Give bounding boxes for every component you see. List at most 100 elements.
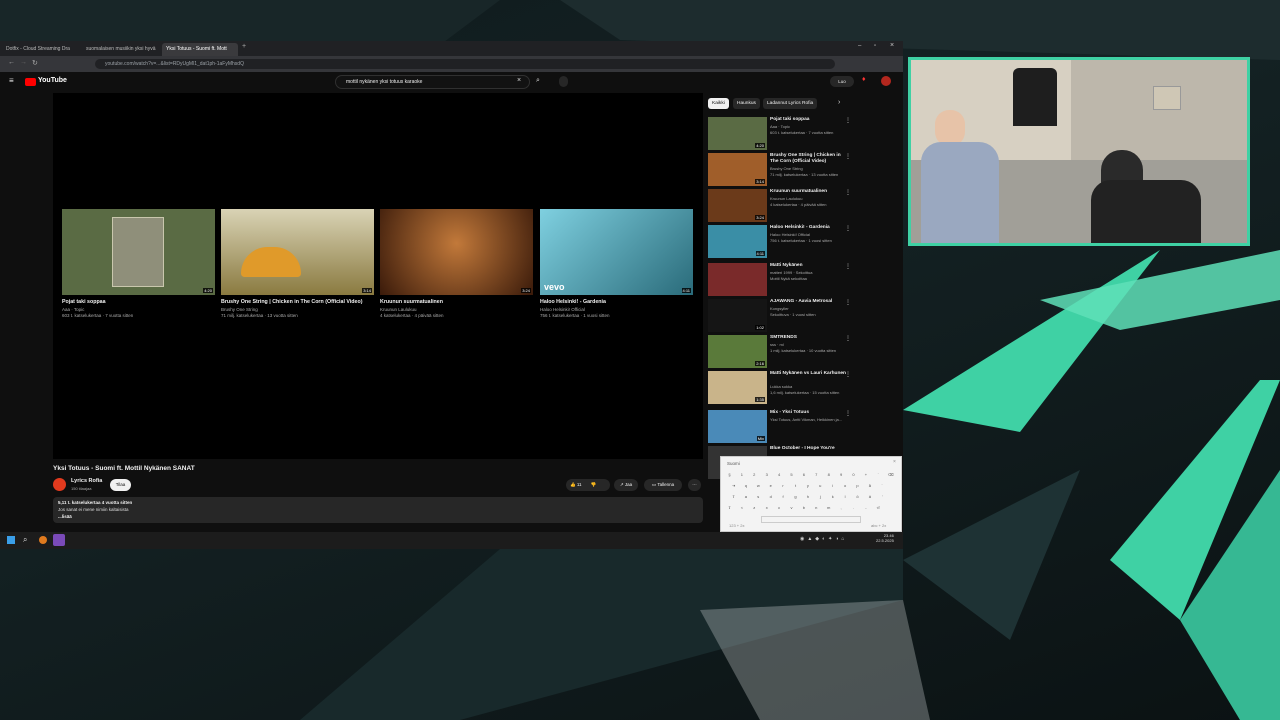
chip-related[interactable]: Haunkus <box>733 98 760 109</box>
keyboard-key[interactable]: . <box>849 504 858 512</box>
rec-title[interactable]: SMTRENDS <box>770 335 850 341</box>
like-icon[interactable]: 👍 <box>570 482 576 487</box>
keyboard-key[interactable]: ⏎ <box>874 504 883 512</box>
more-icon[interactable]: ⋮ <box>845 153 851 160</box>
rec-thumbnail[interactable]: Mix <box>708 410 767 443</box>
rec-title[interactable]: Mix - Yksi Totuus <box>770 410 850 416</box>
endscreen-thumbnail[interactable]: vevo 4:11 <box>540 209 693 295</box>
keyboard-key[interactable]: j <box>816 493 825 501</box>
chip-channel[interactable]: Ladannut Lyrics Rofia <box>763 98 818 109</box>
keyboard-key[interactable]: ⇧ <box>725 504 734 512</box>
keyboard-key[interactable]: e <box>766 482 775 490</box>
keyboard-key[interactable]: k <box>828 493 837 501</box>
keyboard-key[interactable]: ⌫ <box>886 471 895 479</box>
keyboard-key[interactable]: 2 <box>750 471 759 479</box>
rec-title[interactable]: Kruunun suurmatualinen <box>770 189 850 195</box>
keyboard-key[interactable]: 4 <box>775 471 784 479</box>
keyboard-key[interactable]: c <box>775 504 784 512</box>
keyboard-key[interactable]: 7 <box>812 471 821 479</box>
create-button[interactable]: Luo <box>830 76 854 87</box>
back-icon[interactable]: ← <box>8 59 15 66</box>
keyboard-key[interactable]: 5 <box>787 471 796 479</box>
keyboard-key[interactable]: 9 <box>837 471 846 479</box>
keyboard-key[interactable]: § <box>725 471 734 479</box>
rec-title[interactable]: Pojat taki soppaa <box>770 117 850 123</box>
browser-tab[interactable]: suomalaisen musiikin yksi hyvä <box>82 43 158 56</box>
forward-icon[interactable]: → <box>20 59 27 66</box>
keyboard-key[interactable]: v <box>787 504 796 512</box>
more-icon[interactable]: ⋮ <box>845 263 851 270</box>
keyboard-key[interactable]: y <box>803 482 812 490</box>
more-icon[interactable]: ⋮ <box>845 371 851 378</box>
more-actions-icon[interactable]: ⋯ <box>688 479 701 491</box>
keyboard-key[interactable]: - <box>861 504 870 512</box>
keyboard-key[interactable]: ö <box>853 493 862 501</box>
like-dislike-group[interactable]: 👍 11 👎 <box>566 479 610 491</box>
keyboard-key[interactable]: + <box>861 471 870 479</box>
keyboard-key[interactable]: u <box>816 482 825 490</box>
keyboard-key[interactable]: a <box>741 493 750 501</box>
more-icon[interactable]: ⋮ <box>845 410 851 417</box>
new-tab-icon[interactable]: + <box>242 43 246 50</box>
keyboard-key[interactable]: o <box>841 482 850 490</box>
more-icon[interactable]: ⋮ <box>845 225 851 232</box>
avatar[interactable] <box>881 76 891 86</box>
list-item[interactable]: 1:02 AJAWANG - Aavia Metrosal Kongsyller… <box>708 299 868 333</box>
subscribe-button[interactable]: Tilaa <box>110 479 131 491</box>
rec-thumbnail[interactable]: 4:11 <box>708 225 767 258</box>
share-button[interactable]: ↗ Jaa <box>614 479 638 491</box>
endscreen-title[interactable]: Brushy One String | Chicken in The Corn … <box>221 299 362 305</box>
rec-thumbnail[interactable]: 1:02 <box>708 299 767 332</box>
minimize-icon[interactable]: – <box>858 43 861 49</box>
rec-thumbnail[interactable] <box>708 263 767 296</box>
keyboard-close-icon[interactable]: × <box>893 459 896 465</box>
keyboard-key[interactable]: ä <box>865 493 874 501</box>
endscreen-title[interactable]: Pojat taki soppaa <box>62 299 106 305</box>
keyboard-key[interactable]: g <box>791 493 800 501</box>
rec-thumbnail[interactable]: 1:35 <box>708 371 767 404</box>
list-item[interactable]: 4:20 Pojat taki soppaa Aaa · Topic 603 t… <box>708 117 868 151</box>
chip-all[interactable]: Kaikki <box>708 98 729 109</box>
rec-title[interactable]: Blue October - I Hope You're <box>770 446 850 452</box>
keyboard-key[interactable]: n <box>812 504 821 512</box>
maximize-icon[interactable]: ▫ <box>874 43 876 49</box>
keyboard-key[interactable]: s <box>754 493 763 501</box>
description-more[interactable]: ...lisää <box>58 514 72 519</box>
keyboard-key[interactable]: m <box>824 504 833 512</box>
firefox-icon[interactable] <box>39 536 47 544</box>
more-icon[interactable]: ⋮ <box>845 299 851 306</box>
keyboard-footer-right[interactable]: abc + 2x <box>871 523 886 528</box>
chevron-right-icon[interactable]: › <box>838 99 840 106</box>
keyboard-key[interactable]: , <box>837 504 846 512</box>
rec-thumbnail[interactable]: 3:24 <box>708 189 767 222</box>
channel-name[interactable]: Lyrics Rofia <box>71 478 102 484</box>
endscreen-title[interactable]: Haloo Helsinki! - Gardenia <box>540 299 606 305</box>
endscreen-thumbnail[interactable]: 3:14 <box>221 209 374 295</box>
keyboard-key[interactable]: x <box>762 504 771 512</box>
save-button[interactable]: ▭ Tallenna <box>644 479 682 491</box>
keyboard-key[interactable]: ' <box>878 493 887 501</box>
browser-tab[interactable]: Dotfix - Cloud Streaming Dra <box>2 43 78 56</box>
keyboard-key[interactable]: ⇥ <box>729 482 738 490</box>
list-item[interactable]: 1:35 Matti Nykänen vs Lauri Karhunen Luk… <box>708 371 868 405</box>
keyboard-key[interactable]: ´ <box>874 471 883 479</box>
windows-start-icon[interactable] <box>7 536 15 544</box>
keyboard-key[interactable]: 0 <box>849 471 858 479</box>
list-item[interactable]: 4:11 Haloo Helsinki! - Gardenia Haloo He… <box>708 225 868 259</box>
url-field[interactable]: youtube.com/watch?v=...&list=RDyUgMl1_da… <box>95 59 835 69</box>
search-taskbar-icon[interactable]: ⌕ <box>23 535 27 545</box>
keyboard-key[interactable]: l <box>841 493 850 501</box>
keyboard-spacebar[interactable] <box>761 516 861 523</box>
youtube-logo-text[interactable]: YouTube <box>38 77 67 84</box>
tray-icons[interactable]: ◉▲◆◐✦◑⌂ <box>800 536 847 542</box>
keyboard-key[interactable]: 1 <box>737 471 746 479</box>
keyboard-key[interactable]: z <box>750 504 759 512</box>
keyboard-key[interactable]: f <box>779 493 788 501</box>
rec-title[interactable]: Matti Nykänen vs Lauri Karhunen <box>770 371 850 377</box>
keyboard-key[interactable]: < <box>737 504 746 512</box>
endscreen-thumbnail[interactable]: 3:24 <box>380 209 533 295</box>
video-player[interactable]: 4:20 3:14 3:24 vevo 4:11 Pojat taki sopp… <box>53 93 703 459</box>
keyboard-key[interactable]: 6 <box>799 471 808 479</box>
youtube-logo-icon[interactable] <box>25 78 36 86</box>
list-item[interactable]: Matti Nykänen matteri 1999 · Sekoittua M… <box>708 263 868 297</box>
